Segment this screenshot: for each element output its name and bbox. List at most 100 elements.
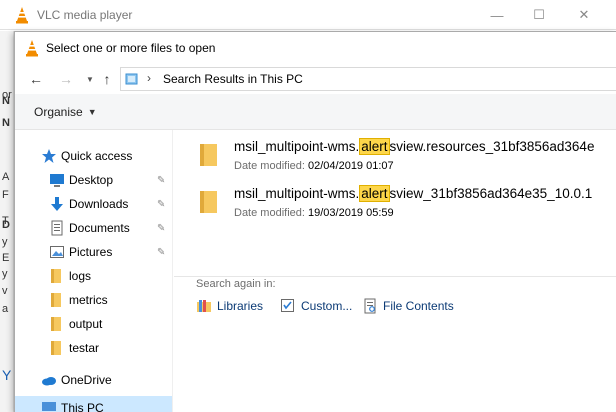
- nav-item-label: output: [69, 317, 103, 331]
- vlc-bg-text: A: [2, 171, 10, 183]
- dialog-title: Select one or more files to open: [46, 41, 216, 55]
- file-name: msil_multipoint-wms. alert sview_31bf3856a…: [234, 185, 593, 202]
- search-again-heading: Search again in:: [196, 278, 276, 290]
- nav-item-label: logs: [69, 269, 92, 283]
- back-button[interactable]: ←: [26, 69, 46, 89]
- nav-item-metrics[interactable]: metrics: [15, 288, 172, 312]
- vlc-bg-text: v: [2, 285, 8, 297]
- pin-icon: ✎: [157, 246, 166, 258]
- nav-item-onedrive[interactable]: OneDrive: [15, 368, 172, 392]
- up-button[interactable]: ↑: [100, 69, 114, 89]
- cloud-icon: [42, 377, 56, 386]
- vlc-cone-icon: [26, 40, 38, 57]
- file-name-prefix: msil_multipoint-wms.: [234, 139, 360, 154]
- chevron-down-icon: ▼: [87, 107, 97, 117]
- breadcrumb-location[interactable]: Search Results in This PC: [163, 72, 303, 86]
- breadcrumb-separator: ›: [147, 71, 151, 85]
- nav-item-label: OneDrive: [61, 373, 112, 387]
- file-name-suffix: sview_31bf3856ad364e35_10.0.1: [389, 186, 593, 201]
- star-icon: [42, 149, 56, 163]
- folder-icon: [51, 293, 61, 307]
- file-name: msil_multipoint-wms. alert sview.resources…: [234, 138, 594, 155]
- nav-item-label: Downloads: [69, 197, 129, 211]
- close-button[interactable]: ✕: [561, 0, 607, 30]
- documents-icon: [51, 220, 63, 236]
- nav-item-downloads[interactable]: Downloads ✎: [15, 192, 172, 216]
- vlc-bg-text: Y: [2, 367, 12, 383]
- maximize-button[interactable]: ☐: [516, 0, 562, 30]
- vlc-bg-text: F: [2, 189, 9, 201]
- search-results-list: msil_multipoint-wms. alert sview.resources…: [174, 130, 616, 412]
- custom-search-icon: [281, 299, 294, 312]
- desktop-icon: [50, 174, 64, 187]
- folder-icon: [51, 341, 61, 355]
- search-again-label: File Contents: [383, 299, 454, 313]
- address-bar[interactable]: › Search Results in This PC: [120, 67, 616, 91]
- file-date-modified: Date modified: 02/04/2019 01:07: [234, 160, 394, 172]
- computer-icon: [42, 402, 56, 411]
- pictures-icon: [50, 246, 64, 258]
- list-item[interactable]: msil_multipoint-wms. alert sview.resources…: [182, 133, 616, 179]
- navigation-bar: ← → ↑ ▼ › Search Results in This PC: [15, 64, 616, 94]
- nav-item-documents[interactable]: Documents ✎: [15, 216, 172, 240]
- open-file-dialog: Select one or more files to open ← → ↑ ▼…: [14, 31, 616, 412]
- file-name-prefix: msil_multipoint-wms.: [234, 186, 360, 201]
- divider: [174, 276, 616, 277]
- nav-item-logs[interactable]: logs: [15, 264, 172, 288]
- search-file-contents-link[interactable]: File Contents: [362, 298, 454, 314]
- vlc-cone-icon: [16, 7, 28, 24]
- nav-item-label: Quick access: [61, 149, 133, 163]
- vlc-bg-text: D: [2, 219, 10, 231]
- vlc-bg-text: N: [2, 95, 10, 107]
- search-results-icon: [125, 73, 138, 85]
- folder-icon: [200, 191, 217, 213]
- vlc-background-content: or N N A F T D y E y v a Y: [0, 31, 14, 412]
- vlc-bg-text: N: [2, 117, 10, 129]
- date-label: Date modified:: [234, 160, 305, 172]
- command-toolbar: Organise ▼: [15, 94, 616, 130]
- recent-locations-dropdown[interactable]: ▼: [83, 69, 97, 89]
- nav-item-testar[interactable]: testar: [15, 336, 172, 360]
- list-item[interactable]: msil_multipoint-wms. alert sview_31bf3856a…: [182, 180, 616, 226]
- search-again-label: Custom...: [301, 299, 353, 313]
- libraries-icon: [197, 300, 211, 312]
- date-label: Date modified:: [234, 207, 305, 219]
- pin-icon: ✎: [157, 222, 166, 234]
- vlc-bg-text: E: [2, 252, 10, 264]
- nav-item-label: Documents: [69, 221, 130, 235]
- search-custom-link[interactable]: Custom...: [280, 298, 352, 314]
- navigation-pane: Quick access Desktop ✎ Downloads ✎ Docum…: [15, 130, 173, 412]
- minimize-button[interactable]: —: [474, 0, 520, 30]
- organise-label: Organise: [34, 105, 83, 119]
- date-value: 19/03/2019 05:59: [308, 207, 394, 219]
- vlc-window-title: VLC media player: [37, 8, 133, 22]
- file-contents-icon: [364, 298, 376, 314]
- nav-item-desktop[interactable]: Desktop ✎: [15, 168, 172, 192]
- dialog-titlebar: Select one or more files to open: [15, 32, 616, 64]
- forward-button[interactable]: →: [56, 69, 76, 89]
- date-value: 02/04/2019 01:07: [308, 160, 394, 172]
- folder-icon: [51, 317, 61, 331]
- nav-item-label: Pictures: [69, 245, 113, 259]
- search-term-highlight: alert: [359, 138, 390, 155]
- nav-item-label: Desktop: [69, 173, 114, 187]
- search-term-highlight: alert: [359, 185, 390, 202]
- download-icon: [51, 197, 63, 211]
- nav-item-pictures[interactable]: Pictures ✎: [15, 240, 172, 264]
- nav-item-label: This PC: [61, 401, 104, 412]
- folder-icon: [200, 144, 217, 166]
- nav-item-quick-access[interactable]: Quick access: [15, 144, 172, 168]
- nav-item-label: metrics: [69, 293, 108, 307]
- vlc-titlebar: VLC media player — ☐ ✕: [0, 0, 616, 30]
- nav-item-this-pc[interactable]: This PC: [15, 396, 172, 412]
- nav-item-label: testar: [69, 341, 100, 355]
- organise-button[interactable]: Organise ▼: [34, 105, 97, 119]
- search-again-label: Libraries: [217, 299, 264, 313]
- file-date-modified: Date modified: 19/03/2019 05:59: [234, 207, 394, 219]
- vlc-bg-text: y: [2, 236, 8, 248]
- search-libraries-link[interactable]: Libraries: [196, 298, 263, 314]
- folder-icon: [51, 269, 61, 283]
- pin-icon: ✎: [157, 198, 166, 210]
- nav-item-output[interactable]: output: [15, 312, 172, 336]
- pin-icon: ✎: [157, 174, 166, 186]
